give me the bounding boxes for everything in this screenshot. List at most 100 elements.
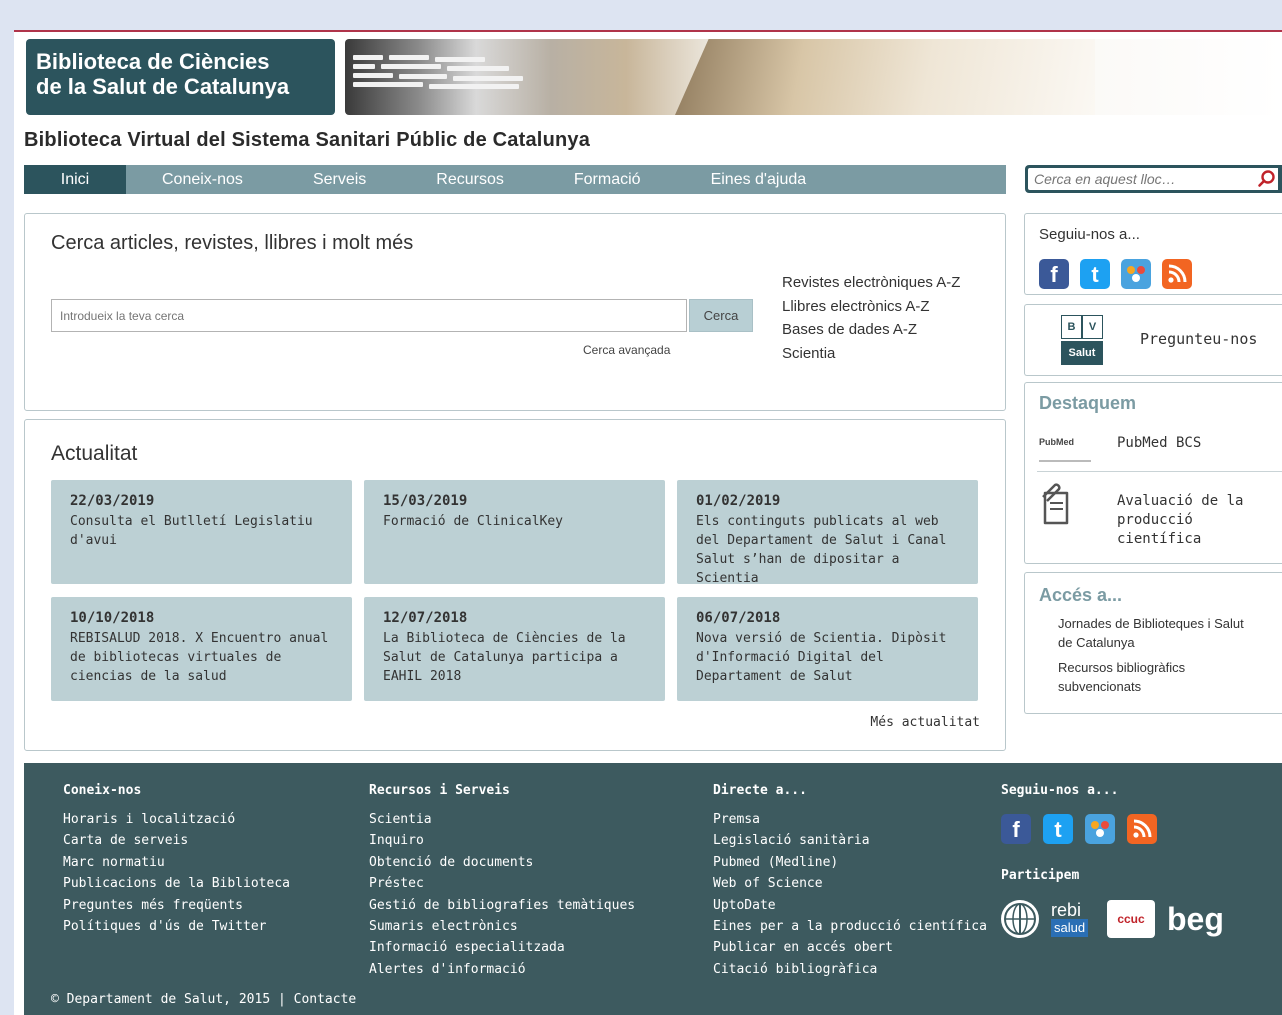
beg-logo[interactable]: beg xyxy=(1167,901,1224,938)
news-text: Formació de ClinicalKey xyxy=(383,514,564,529)
ask-us-panel[interactable]: BV Salut Pregunteu-nos xyxy=(1024,304,1282,376)
facebook-icon[interactable]: f xyxy=(1001,814,1031,844)
footer-link[interactable]: Legislació sanitària xyxy=(713,830,987,851)
news-card[interactable]: 06/07/2018 Nova versió de Scientia. Dipò… xyxy=(677,597,978,701)
footer-link[interactable]: Carta de serveis xyxy=(63,830,290,851)
site-search-input[interactable] xyxy=(1028,168,1256,190)
nav-item-eines-ajuda[interactable]: Eines d'ajuda xyxy=(676,165,842,194)
ask-us-label[interactable]: Pregunteu-nos xyxy=(1140,330,1257,348)
news-text: La Biblioteca de Ciències de la Salut de… xyxy=(383,631,626,684)
footer-follow-title: Seguiu-nos a... xyxy=(1001,783,1119,798)
footer: Coneix-nos Horaris i localització Carta … xyxy=(24,763,1282,1015)
access-panel: Accés a... Jornades de Biblioteques i Sa… xyxy=(1024,572,1282,714)
nav-item-inici[interactable]: Inici xyxy=(24,165,126,194)
pubmed-logo[interactable]: PubMed xyxy=(1039,430,1091,462)
rss-icon[interactable] xyxy=(1127,814,1157,844)
news-card[interactable]: 22/03/2019 Consulta el Butlletí Legislat… xyxy=(51,480,352,584)
twitter-icon[interactable]: t xyxy=(1080,259,1110,289)
nav-item-coneix-nos[interactable]: Coneix-nos xyxy=(126,165,278,194)
footer-link[interactable]: Pubmed (Medline) xyxy=(713,852,987,873)
social-links: f t xyxy=(1039,259,1192,289)
nav-item-formacio[interactable]: Formació xyxy=(539,165,676,194)
more-news-link[interactable]: Més actualitat xyxy=(870,715,980,730)
rebisalud-logo[interactable]: rebi salud xyxy=(1051,901,1095,937)
footer-link[interactable]: Premsa xyxy=(713,809,987,830)
nav-item-serveis[interactable]: Serveis xyxy=(278,165,401,194)
catalog-search-input[interactable] xyxy=(51,299,687,332)
nav-item-recursos[interactable]: Recursos xyxy=(401,165,539,194)
footer-link[interactable]: Préstec xyxy=(369,873,635,894)
community-icon[interactable] xyxy=(1085,814,1115,844)
news-date: 15/03/2019 xyxy=(383,493,468,509)
link-scientia[interactable]: Scientia xyxy=(782,342,960,366)
footer-link[interactable]: Polítiques d'ús de Twitter xyxy=(63,916,290,937)
news-date: 22/03/2019 xyxy=(70,493,155,509)
book-graphic xyxy=(675,39,1095,115)
link-bases-dades-az[interactable]: Bases de dades A-Z xyxy=(782,318,960,342)
catalog-search-panel: Cerca articles, revistes, llibres i molt… xyxy=(24,213,1006,411)
link-llibres-az[interactable]: Llibres electrònics A-Z xyxy=(782,295,960,319)
access-link-jornades[interactable]: Jornades de Biblioteques i Salut de Cata… xyxy=(1058,614,1258,652)
footer-link[interactable]: UptoDate xyxy=(713,895,987,916)
footer-column-title: Coneix-nos xyxy=(63,783,142,798)
document-pen-icon[interactable] xyxy=(1039,483,1079,531)
footer-link[interactable]: Alertes d'informació xyxy=(369,959,635,980)
news-text: REBISALUD 2018. X Encuentro anual de bib… xyxy=(70,631,329,684)
footer-link[interactable]: Inquiro xyxy=(369,830,635,851)
logo-line-2: de la Salut de Catalunya xyxy=(36,74,290,99)
news-card[interactable]: 10/10/2018 REBISALUD 2018. X Encuentro a… xyxy=(51,597,352,701)
news-card[interactable]: 01/02/2019 Els continguts publicats al w… xyxy=(677,480,978,586)
logo-line-1: Biblioteca de Ciències xyxy=(36,49,270,74)
copyright[interactable]: © Departament de Salut, 2015 | Contacte xyxy=(51,992,356,1007)
footer-link[interactable]: Scientia xyxy=(369,809,635,830)
footer-link[interactable]: Citació bibliogràfica xyxy=(713,959,987,980)
footer-link[interactable]: Publicar en accés obert xyxy=(713,937,987,958)
news-card[interactable]: 12/07/2018 La Biblioteca de Ciències de … xyxy=(364,597,665,701)
who-logo-icon[interactable] xyxy=(1001,900,1039,938)
keyboard-graphic xyxy=(345,53,545,93)
footer-link[interactable]: Eines per a la producció científica xyxy=(713,916,987,937)
link-revistes-az[interactable]: Revistes electròniques A-Z xyxy=(782,271,960,295)
highlights-title: Destaquem xyxy=(1039,393,1137,413)
highlights-panel: Destaquem PubMed PubMed BCS Avaluació de… xyxy=(1024,382,1282,564)
footer-column-recursos: Recursos i Serveis Scientia Inquiro Obte… xyxy=(369,783,635,980)
twitter-icon[interactable]: t xyxy=(1043,814,1073,844)
community-icon[interactable] xyxy=(1121,259,1151,289)
news-date: 12/07/2018 xyxy=(383,610,468,626)
pubmed-bcs-link[interactable]: PubMed BCS xyxy=(1117,435,1201,451)
quick-links: Revistes electròniques A-Z Llibres elect… xyxy=(782,271,960,365)
footer-link[interactable]: Preguntes més freqüents xyxy=(63,895,290,916)
news-heading: Actualitat xyxy=(51,442,138,465)
footer-column-title: Directe a... xyxy=(713,783,807,798)
news-text: Els continguts publicats al web del Depa… xyxy=(696,514,947,586)
footer-link[interactable]: Publicacions de la Biblioteca xyxy=(63,873,290,894)
news-date: 06/07/2018 xyxy=(696,610,781,626)
follow-us-title: Seguiu-nos a... xyxy=(1039,226,1140,243)
evaluation-link[interactable]: Avaluació de la producció científica xyxy=(1117,492,1257,549)
access-link-recursos[interactable]: Recursos bibliogràfics subvencionats xyxy=(1058,658,1228,696)
catalog-search-button[interactable]: Cerca xyxy=(689,299,753,332)
bv-salut-label: Salut xyxy=(1061,341,1103,365)
ccuc-logo[interactable]: ccuc xyxy=(1107,900,1155,938)
footer-link[interactable]: Gestió de bibliografies temàtiques xyxy=(369,895,635,916)
footer-link[interactable]: Web of Science xyxy=(713,873,987,894)
footer-link[interactable]: Obtenció de documents xyxy=(369,852,635,873)
footer-follow: Seguiu-nos a... xyxy=(1001,783,1118,809)
footer-link[interactable]: Informació especialitzada xyxy=(369,937,635,958)
site-title: Biblioteca Virtual del Sistema Sanitari … xyxy=(24,129,591,151)
footer-social-links: f t xyxy=(1001,814,1157,844)
news-card[interactable]: 15/03/2019 Formació de ClinicalKey xyxy=(364,480,665,584)
news-text: Nova versió de Scientia. Dipòsit d'Infor… xyxy=(696,631,947,684)
footer-column-title: Recursos i Serveis xyxy=(369,783,510,798)
facebook-icon[interactable]: f xyxy=(1039,259,1069,289)
footer-link[interactable]: Horaris i localització xyxy=(63,809,290,830)
footer-link[interactable]: Sumaris electrònics xyxy=(369,916,635,937)
footer-link[interactable]: Marc normatiu xyxy=(63,852,290,873)
main-nav: Inici Coneix-nos Serveis Recursos Formac… xyxy=(24,165,1006,194)
rss-icon[interactable] xyxy=(1162,259,1192,289)
advanced-search-link[interactable]: Cerca avançada xyxy=(583,343,670,357)
news-date: 01/02/2019 xyxy=(696,493,781,509)
bv-letter-v: V xyxy=(1082,315,1103,339)
search-icon[interactable] xyxy=(1256,168,1278,190)
site-logo[interactable]: Biblioteca de Ciències de la Salut de Ca… xyxy=(26,39,335,115)
